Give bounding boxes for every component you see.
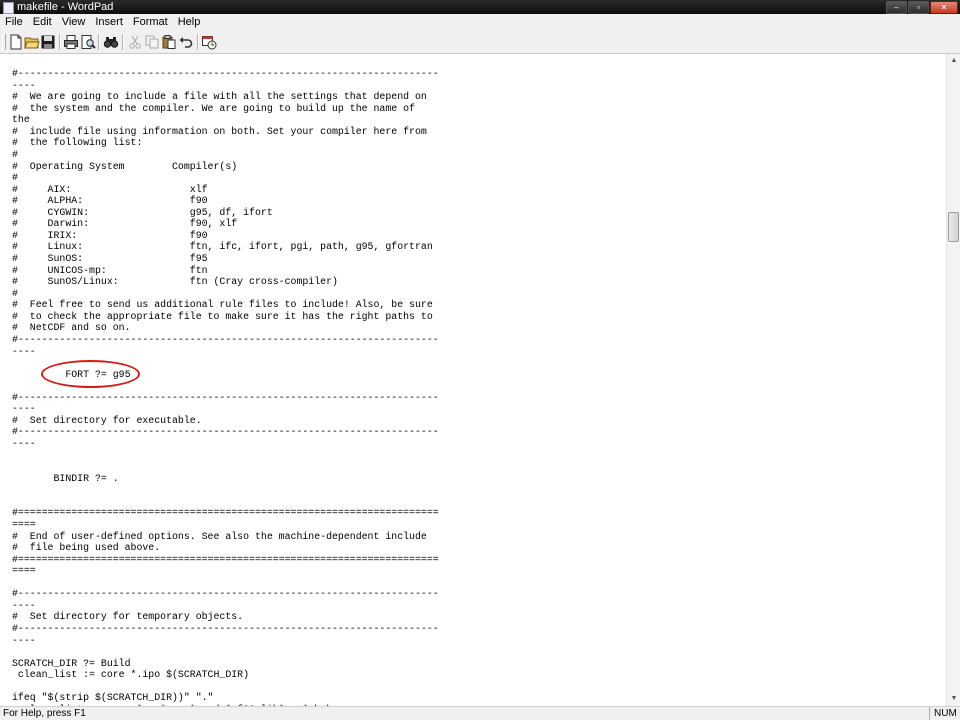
- new-document-icon[interactable]: [8, 34, 24, 50]
- paste-icon[interactable]: [161, 34, 177, 50]
- copy-icon[interactable]: [144, 34, 160, 50]
- insert-datetime-icon[interactable]: [201, 34, 217, 50]
- scroll-up-arrow-icon[interactable]: ▲: [948, 55, 960, 67]
- menu-view[interactable]: View: [57, 14, 91, 31]
- scroll-down-arrow-icon[interactable]: ▼: [948, 693, 960, 705]
- wordpad-app-icon[interactable]: [3, 2, 14, 14]
- cut-icon[interactable]: [127, 34, 143, 50]
- toolbar: [0, 31, 960, 54]
- minimize-button[interactable]: –: [886, 1, 907, 14]
- toolbar-separator: [98, 34, 100, 50]
- title-bar[interactable]: makefile - WordPad – ▫ ✕: [0, 0, 960, 14]
- status-help-text: For Help, press F1: [3, 708, 86, 719]
- menu-file[interactable]: File: [0, 14, 28, 31]
- menu-insert[interactable]: Insert: [90, 14, 128, 31]
- toolbar-separator: [59, 34, 61, 50]
- close-button[interactable]: ✕: [930, 1, 958, 14]
- toolbar-separator: [122, 34, 124, 50]
- num-lock-indicator: NUM: [929, 707, 958, 720]
- vertical-scrollbar[interactable]: ▲ ▼: [946, 54, 960, 706]
- toolbar-grip[interactable]: [2, 34, 6, 50]
- menu-help[interactable]: Help: [173, 14, 206, 31]
- print-preview-icon[interactable]: [80, 34, 96, 50]
- save-icon[interactable]: [40, 34, 56, 50]
- status-bar: For Help, press F1 NUM: [0, 706, 960, 720]
- window-title: makefile - WordPad: [17, 1, 114, 13]
- menu-bar: File Edit View Insert Format Help: [0, 14, 960, 31]
- annotation-ellipse: [41, 360, 140, 388]
- find-icon[interactable]: [103, 34, 119, 50]
- toolbar-separator: [197, 34, 199, 50]
- restore-button[interactable]: ▫: [908, 1, 929, 14]
- scroll-thumb[interactable]: [948, 212, 959, 242]
- print-icon[interactable]: [63, 34, 79, 50]
- open-folder-icon[interactable]: [24, 34, 40, 50]
- menu-format[interactable]: Format: [128, 14, 173, 31]
- undo-icon[interactable]: [178, 34, 194, 50]
- document-area[interactable]: #---------------------------------------…: [0, 54, 946, 706]
- window-controls: – ▫ ✕: [886, 1, 958, 14]
- menu-edit[interactable]: Edit: [28, 14, 57, 31]
